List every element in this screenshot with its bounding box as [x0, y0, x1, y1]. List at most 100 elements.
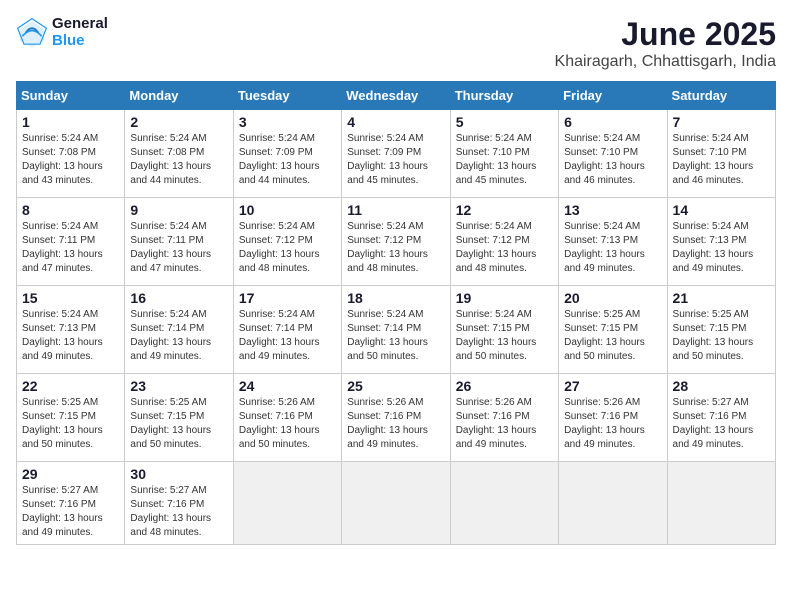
day-number: 10: [239, 202, 336, 218]
calendar-cell: 25 Sunrise: 5:26 AM Sunset: 7:16 PM Dayl…: [342, 374, 450, 462]
calendar-cell: 28 Sunrise: 5:27 AM Sunset: 7:16 PM Dayl…: [667, 374, 775, 462]
page-header: General Blue June 2025 Khairagarh, Chhat…: [16, 16, 776, 71]
day-number: 7: [673, 114, 770, 130]
day-header-wednesday: Wednesday: [342, 82, 450, 110]
day-details: Sunrise: 5:25 AM Sunset: 7:15 PM Dayligh…: [564, 308, 661, 364]
calendar-header-row: SundayMondayTuesdayWednesdayThursdayFrid…: [17, 82, 776, 110]
calendar-cell: 17 Sunrise: 5:24 AM Sunset: 7:14 PM Dayl…: [233, 286, 341, 374]
day-number: 4: [347, 114, 444, 130]
day-details: Sunrise: 5:26 AM Sunset: 7:16 PM Dayligh…: [456, 396, 553, 452]
day-details: Sunrise: 5:27 AM Sunset: 7:16 PM Dayligh…: [22, 484, 119, 540]
calendar-cell: 10 Sunrise: 5:24 AM Sunset: 7:12 PM Dayl…: [233, 198, 341, 286]
day-details: Sunrise: 5:24 AM Sunset: 7:08 PM Dayligh…: [130, 132, 227, 188]
day-number: 23: [130, 378, 227, 394]
calendar-cell: 19 Sunrise: 5:24 AM Sunset: 7:15 PM Dayl…: [450, 286, 558, 374]
day-details: Sunrise: 5:24 AM Sunset: 7:12 PM Dayligh…: [347, 220, 444, 276]
day-number: 30: [130, 466, 227, 482]
logo: General Blue: [16, 16, 108, 49]
day-header-tuesday: Tuesday: [233, 82, 341, 110]
calendar-week-2: 8 Sunrise: 5:24 AM Sunset: 7:11 PM Dayli…: [17, 198, 776, 286]
day-details: Sunrise: 5:24 AM Sunset: 7:11 PM Dayligh…: [130, 220, 227, 276]
day-number: 26: [456, 378, 553, 394]
calendar-week-4: 22 Sunrise: 5:25 AM Sunset: 7:15 PM Dayl…: [17, 374, 776, 462]
calendar-cell: [559, 462, 667, 545]
day-number: 18: [347, 290, 444, 306]
calendar-cell: 30 Sunrise: 5:27 AM Sunset: 7:16 PM Dayl…: [125, 462, 233, 545]
day-number: 21: [673, 290, 770, 306]
day-number: 16: [130, 290, 227, 306]
day-details: Sunrise: 5:25 AM Sunset: 7:15 PM Dayligh…: [673, 308, 770, 364]
calendar-cell: [450, 462, 558, 545]
day-details: Sunrise: 5:24 AM Sunset: 7:13 PM Dayligh…: [673, 220, 770, 276]
calendar-cell: 6 Sunrise: 5:24 AM Sunset: 7:10 PM Dayli…: [559, 110, 667, 198]
day-header-thursday: Thursday: [450, 82, 558, 110]
day-number: 14: [673, 202, 770, 218]
calendar-cell: 8 Sunrise: 5:24 AM Sunset: 7:11 PM Dayli…: [17, 198, 125, 286]
calendar-cell: 4 Sunrise: 5:24 AM Sunset: 7:09 PM Dayli…: [342, 110, 450, 198]
day-details: Sunrise: 5:24 AM Sunset: 7:14 PM Dayligh…: [239, 308, 336, 364]
day-details: Sunrise: 5:26 AM Sunset: 7:16 PM Dayligh…: [239, 396, 336, 452]
calendar-cell: [342, 462, 450, 545]
day-number: 20: [564, 290, 661, 306]
day-number: 8: [22, 202, 119, 218]
calendar-cell: 24 Sunrise: 5:26 AM Sunset: 7:16 PM Dayl…: [233, 374, 341, 462]
calendar-cell: 12 Sunrise: 5:24 AM Sunset: 7:12 PM Dayl…: [450, 198, 558, 286]
logo-text-blue: Blue: [52, 33, 108, 50]
calendar-cell: 1 Sunrise: 5:24 AM Sunset: 7:08 PM Dayli…: [17, 110, 125, 198]
calendar-cell: 2 Sunrise: 5:24 AM Sunset: 7:08 PM Dayli…: [125, 110, 233, 198]
day-details: Sunrise: 5:24 AM Sunset: 7:13 PM Dayligh…: [22, 308, 119, 364]
day-number: 24: [239, 378, 336, 394]
day-number: 3: [239, 114, 336, 130]
logo-icon: [16, 17, 48, 49]
day-details: Sunrise: 5:24 AM Sunset: 7:09 PM Dayligh…: [239, 132, 336, 188]
day-number: 27: [564, 378, 661, 394]
day-details: Sunrise: 5:24 AM Sunset: 7:12 PM Dayligh…: [239, 220, 336, 276]
day-details: Sunrise: 5:24 AM Sunset: 7:15 PM Dayligh…: [456, 308, 553, 364]
calendar-cell: 7 Sunrise: 5:24 AM Sunset: 7:10 PM Dayli…: [667, 110, 775, 198]
day-details: Sunrise: 5:24 AM Sunset: 7:10 PM Dayligh…: [564, 132, 661, 188]
title-block: June 2025 Khairagarh, Chhattisgarh, Indi…: [555, 16, 776, 71]
calendar-cell: 14 Sunrise: 5:24 AM Sunset: 7:13 PM Dayl…: [667, 198, 775, 286]
calendar-cell: 18 Sunrise: 5:24 AM Sunset: 7:14 PM Dayl…: [342, 286, 450, 374]
calendar-cell: 21 Sunrise: 5:25 AM Sunset: 7:15 PM Dayl…: [667, 286, 775, 374]
day-number: 2: [130, 114, 227, 130]
day-details: Sunrise: 5:26 AM Sunset: 7:16 PM Dayligh…: [347, 396, 444, 452]
calendar-body: 1 Sunrise: 5:24 AM Sunset: 7:08 PM Dayli…: [17, 110, 776, 545]
day-number: 11: [347, 202, 444, 218]
calendar-cell: 23 Sunrise: 5:25 AM Sunset: 7:15 PM Dayl…: [125, 374, 233, 462]
day-number: 5: [456, 114, 553, 130]
month-title: June 2025: [555, 16, 776, 53]
calendar-cell: 20 Sunrise: 5:25 AM Sunset: 7:15 PM Dayl…: [559, 286, 667, 374]
calendar-table: SundayMondayTuesdayWednesdayThursdayFrid…: [16, 81, 776, 545]
day-number: 12: [456, 202, 553, 218]
calendar-cell: [667, 462, 775, 545]
day-number: 22: [22, 378, 119, 394]
day-details: Sunrise: 5:24 AM Sunset: 7:13 PM Dayligh…: [564, 220, 661, 276]
calendar-cell: 26 Sunrise: 5:26 AM Sunset: 7:16 PM Dayl…: [450, 374, 558, 462]
day-details: Sunrise: 5:26 AM Sunset: 7:16 PM Dayligh…: [564, 396, 661, 452]
day-number: 19: [456, 290, 553, 306]
day-number: 13: [564, 202, 661, 218]
day-number: 6: [564, 114, 661, 130]
day-details: Sunrise: 5:25 AM Sunset: 7:15 PM Dayligh…: [22, 396, 119, 452]
calendar-cell: 29 Sunrise: 5:27 AM Sunset: 7:16 PM Dayl…: [17, 462, 125, 545]
calendar-cell: 13 Sunrise: 5:24 AM Sunset: 7:13 PM Dayl…: [559, 198, 667, 286]
day-details: Sunrise: 5:24 AM Sunset: 7:08 PM Dayligh…: [22, 132, 119, 188]
day-number: 28: [673, 378, 770, 394]
day-number: 9: [130, 202, 227, 218]
day-details: Sunrise: 5:24 AM Sunset: 7:10 PM Dayligh…: [456, 132, 553, 188]
calendar-week-1: 1 Sunrise: 5:24 AM Sunset: 7:08 PM Dayli…: [17, 110, 776, 198]
day-number: 17: [239, 290, 336, 306]
day-number: 15: [22, 290, 119, 306]
calendar-cell: 5 Sunrise: 5:24 AM Sunset: 7:10 PM Dayli…: [450, 110, 558, 198]
day-details: Sunrise: 5:24 AM Sunset: 7:09 PM Dayligh…: [347, 132, 444, 188]
calendar-cell: 22 Sunrise: 5:25 AM Sunset: 7:15 PM Dayl…: [17, 374, 125, 462]
calendar-week-5: 29 Sunrise: 5:27 AM Sunset: 7:16 PM Dayl…: [17, 462, 776, 545]
calendar-cell: 27 Sunrise: 5:26 AM Sunset: 7:16 PM Dayl…: [559, 374, 667, 462]
day-details: Sunrise: 5:27 AM Sunset: 7:16 PM Dayligh…: [673, 396, 770, 452]
calendar-cell: 3 Sunrise: 5:24 AM Sunset: 7:09 PM Dayli…: [233, 110, 341, 198]
calendar-cell: 15 Sunrise: 5:24 AM Sunset: 7:13 PM Dayl…: [17, 286, 125, 374]
day-number: 1: [22, 114, 119, 130]
day-header-friday: Friday: [559, 82, 667, 110]
calendar-cell: 9 Sunrise: 5:24 AM Sunset: 7:11 PM Dayli…: [125, 198, 233, 286]
